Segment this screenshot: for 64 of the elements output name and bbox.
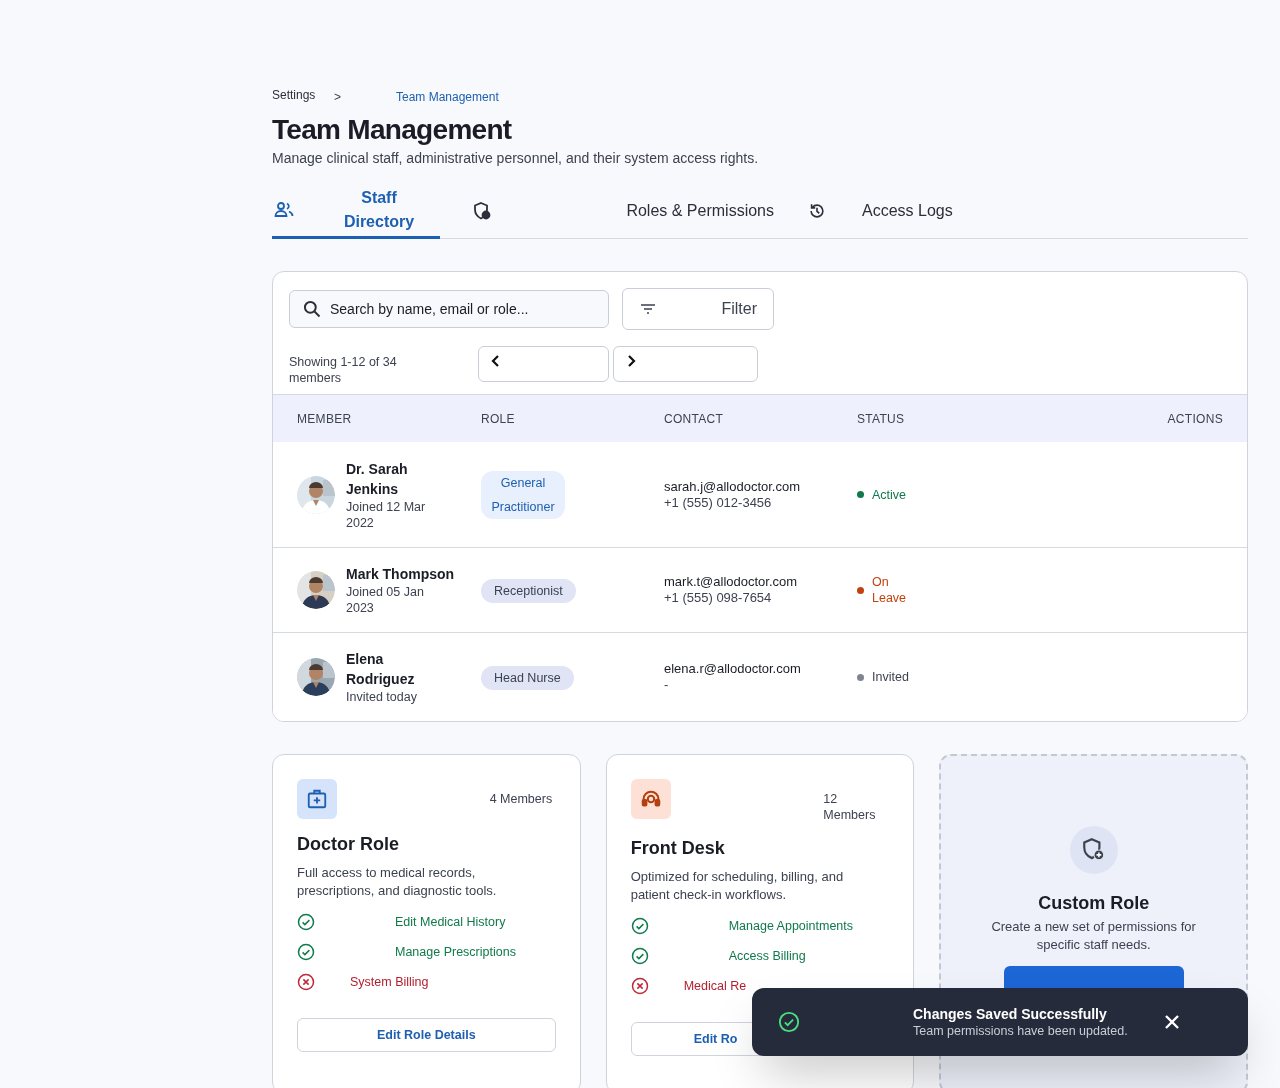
previous-page-button[interactable] (478, 346, 609, 382)
page-subtitle: Manage clinical staff, administrative personnel, and their system access rights. (272, 149, 760, 168)
next-page-button[interactable] (613, 346, 758, 382)
permission-denied: System Billing (350, 974, 429, 990)
permission-granted: Manage Prescriptions (395, 944, 517, 960)
close-icon (1164, 1014, 1180, 1030)
custom-role-title: Custom Role (1038, 892, 1150, 914)
joined-date: Invited today (346, 689, 418, 705)
joined-date: Joined 12 Mar 2022 (346, 498, 427, 531)
shield-icon (472, 200, 492, 221)
column-header: ACTIONS (1166, 410, 1224, 428)
medical-kit-icon (306, 788, 328, 810)
contact-phone: +1 (555) 012-3456 (664, 494, 773, 511)
contact-email: mark.t@allodoctor.com (664, 574, 799, 590)
contact-phone: - (664, 677, 670, 693)
role-badge: Head Nurse (481, 665, 574, 690)
breadcrumb-link[interactable]: Team Management (396, 88, 499, 106)
filter-icon (639, 302, 657, 316)
edit-role-button[interactable]: Edit Role Details (297, 1018, 556, 1052)
people-icon (274, 200, 294, 219)
contact-email: elena.r@allodoctor.com (664, 661, 802, 677)
column-header: ROLE (481, 410, 516, 428)
contact-email: sarah.j@allodoctor.com (664, 478, 802, 495)
toast-title: Changes Saved Successfully (913, 1005, 1108, 1023)
role-badge: Receptionist (481, 578, 576, 603)
role-badge: General Practitioner (481, 470, 565, 519)
breadcrumb-separator: > (333, 89, 342, 106)
role-description: Full access to medical records, prescriptions, and diagnostic tools. (297, 864, 498, 900)
search-field[interactable]: Search by name, email or role... (289, 290, 609, 328)
column-header: MEMBER (296, 410, 353, 428)
role-title: Front Desk (630, 837, 726, 860)
permission-granted: Manage Appointments (728, 918, 855, 934)
tab[interactable]: Access Logs (808, 183, 968, 238)
toast-message: Team permissions have been updated. (913, 1023, 1129, 1039)
showing-count: Showing 1-12 of 34 members (289, 354, 398, 386)
role-title: Doctor Role (297, 833, 400, 856)
page-title: Team Management (272, 114, 513, 146)
member-name: Elena Rodriguez (346, 650, 416, 689)
permission-denied: Medical Re (683, 978, 747, 994)
column-header: CONTACT (664, 410, 725, 428)
status-label: Active (872, 486, 908, 503)
status-label: On Leave (872, 574, 908, 606)
member-count: 4 Members (489, 791, 554, 807)
add-role-icon (1069, 826, 1118, 874)
chevron-left-icon (491, 355, 501, 367)
search-icon (302, 299, 322, 319)
breadcrumb-link[interactable]: Settings (272, 88, 316, 101)
chevron-right-icon (626, 355, 636, 367)
check-circle-icon (778, 1011, 800, 1033)
member-name: Mark Thompson (346, 565, 456, 584)
contact-phone: +1 (555) 098-7654 (664, 590, 773, 606)
permission-granted: Edit Medical History (395, 914, 507, 930)
status-label: Invited (872, 669, 910, 685)
joined-date: Joined 05 Jan 2023 (346, 584, 425, 616)
history-icon (808, 201, 826, 220)
tab[interactable]: Roles & Permissions (440, 183, 808, 238)
permission-granted: Access Billing (728, 948, 807, 964)
column-header: STATUS (857, 410, 906, 428)
role-description: Optimized for scheduling, billing, and patient check-in workflows. (630, 868, 845, 904)
member-count: 12 Members (823, 791, 877, 823)
filter-button[interactable]: Filter (622, 288, 774, 330)
member-name: Dr. Sarah Jenkins (346, 459, 409, 499)
tab[interactable]: Staff Directory (272, 183, 440, 239)
custom-role-description: Create a new set of permissions for specific staff needs. (990, 918, 1197, 954)
